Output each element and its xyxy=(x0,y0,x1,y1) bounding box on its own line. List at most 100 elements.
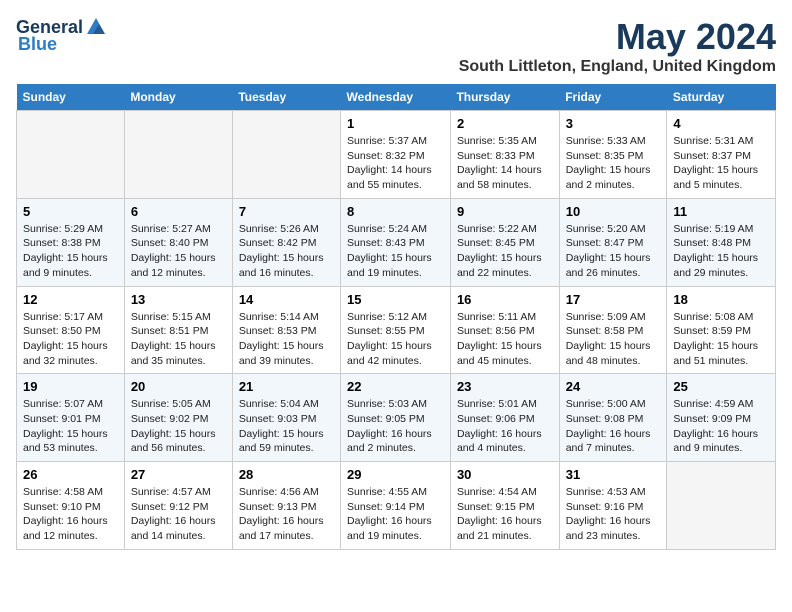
calendar-cell: 19Sunrise: 5:07 AM Sunset: 9:01 PM Dayli… xyxy=(17,374,125,462)
calendar-cell: 15 Sunrise: 5:12 AM Sunset: 8:55 PM Dayli… xyxy=(341,286,451,374)
calendar-cell: 10Sunrise: 5:20 AM Sunset: 8:47 PM Dayli… xyxy=(559,198,667,286)
day-info: Sunrise: 5:01 AM Sunset: 9:06 PM Dayligh… xyxy=(457,398,542,454)
calendar-cell: 22 Sunrise: 5:03 AM Sunset: 9:05 PM Dayli… xyxy=(341,374,451,462)
week-row-1: 1Sunrise: 5:37 AM Sunset: 8:32 PM Daylig… xyxy=(17,111,776,199)
day-number: 5 xyxy=(23,204,118,219)
day-number: 3 xyxy=(566,116,661,131)
day-number: 25 xyxy=(673,379,769,394)
calendar-cell: 1Sunrise: 5:37 AM Sunset: 8:32 PM Daylig… xyxy=(341,111,451,199)
day-number: 7 xyxy=(239,204,334,219)
weekday-header-friday: Friday xyxy=(559,84,667,111)
weekday-header-sunday: Sunday xyxy=(17,84,125,111)
day-number: 14 xyxy=(239,292,334,307)
week-row-5: 26 Sunrise: 4:58 AM Sunset: 9:10 PM Dayli… xyxy=(17,462,776,550)
logo: General Blue xyxy=(16,16,109,55)
calendar-cell: 5 Sunrise: 5:29 AM Sunset: 8:38 PM Daylig… xyxy=(17,198,125,286)
day-info: Sunrise: 5:11 AM Sunset: 8:56 PM Dayligh… xyxy=(457,311,542,367)
calendar-cell: 16 Sunrise: 5:11 AM Sunset: 8:56 PM Dayli… xyxy=(450,286,559,374)
logo-icon xyxy=(85,16,107,38)
calendar-table: SundayMondayTuesdayWednesdayThursdayFrid… xyxy=(16,84,776,550)
day-number: 21 xyxy=(239,379,334,394)
day-info: Sunrise: 5:33 AM Sunset: 8:35 PM Dayligh… xyxy=(566,135,651,191)
day-number: 20 xyxy=(131,379,226,394)
day-info: Sunrise: 5:35 AM Sunset: 8:33 PM Dayligh… xyxy=(457,135,542,191)
day-info: Sunrise: 5:12 AM Sunset: 8:55 PM Dayligh… xyxy=(347,311,432,367)
calendar-cell xyxy=(232,111,340,199)
calendar-cell: 31 Sunrise: 4:53 AM Sunset: 9:16 PM Dayli… xyxy=(559,462,667,550)
day-number: 24 xyxy=(566,379,661,394)
calendar-cell: 17Sunrise: 5:09 AM Sunset: 8:58 PM Dayli… xyxy=(559,286,667,374)
day-info: Sunrise: 5:15 AM Sunset: 8:51 PM Dayligh… xyxy=(131,311,216,367)
day-info: Sunrise: 5:05 AM Sunset: 9:02 PM Dayligh… xyxy=(131,398,216,454)
day-info: Sunrise: 5:19 AM Sunset: 8:48 PM Dayligh… xyxy=(673,223,758,279)
day-info: Sunrise: 4:53 AM Sunset: 9:16 PM Dayligh… xyxy=(566,486,651,542)
day-info: Sunrise: 5:03 AM Sunset: 9:05 PM Dayligh… xyxy=(347,398,432,454)
day-info: Sunrise: 5:04 AM Sunset: 9:03 PM Dayligh… xyxy=(239,398,324,454)
calendar-cell: 9 Sunrise: 5:22 AM Sunset: 8:45 PM Daylig… xyxy=(450,198,559,286)
day-info: Sunrise: 5:20 AM Sunset: 8:47 PM Dayligh… xyxy=(566,223,651,279)
day-info: Sunrise: 5:08 AM Sunset: 8:59 PM Dayligh… xyxy=(673,311,758,367)
calendar-cell: 3 Sunrise: 5:33 AM Sunset: 8:35 PM Daylig… xyxy=(559,111,667,199)
day-info: Sunrise: 5:07 AM Sunset: 9:01 PM Dayligh… xyxy=(23,398,108,454)
day-info: Sunrise: 5:14 AM Sunset: 8:53 PM Dayligh… xyxy=(239,311,324,367)
calendar-cell: 21 Sunrise: 5:04 AM Sunset: 9:03 PM Dayli… xyxy=(232,374,340,462)
day-number: 17 xyxy=(566,292,661,307)
day-info: Sunrise: 4:58 AM Sunset: 9:10 PM Dayligh… xyxy=(23,486,108,542)
day-info: Sunrise: 5:37 AM Sunset: 8:32 PM Dayligh… xyxy=(347,135,432,191)
location-title: South Littleton, England, United Kingdom xyxy=(459,58,776,76)
weekday-header-saturday: Saturday xyxy=(667,84,776,111)
calendar-cell: 4 Sunrise: 5:31 AM Sunset: 8:37 PM Daylig… xyxy=(667,111,776,199)
day-number: 18 xyxy=(673,292,769,307)
day-number: 22 xyxy=(347,379,444,394)
calendar-cell: 18 Sunrise: 5:08 AM Sunset: 8:59 PM Dayli… xyxy=(667,286,776,374)
weekday-header-thursday: Thursday xyxy=(450,84,559,111)
calendar-cell xyxy=(124,111,232,199)
calendar-cell: 30 Sunrise: 4:54 AM Sunset: 9:15 PM Dayli… xyxy=(450,462,559,550)
day-number: 11 xyxy=(673,204,769,219)
calendar-cell xyxy=(17,111,125,199)
calendar-cell: 24 Sunrise: 5:00 AM Sunset: 9:08 PM Dayli… xyxy=(559,374,667,462)
day-info: Sunrise: 5:29 AM Sunset: 8:38 PM Dayligh… xyxy=(23,223,108,279)
calendar-cell: 12Sunrise: 5:17 AM Sunset: 8:50 PM Dayli… xyxy=(17,286,125,374)
day-info: Sunrise: 4:55 AM Sunset: 9:14 PM Dayligh… xyxy=(347,486,432,542)
day-info: Sunrise: 4:56 AM Sunset: 9:13 PM Dayligh… xyxy=(239,486,324,542)
month-year-title: May 2024 xyxy=(459,16,776,58)
week-row-4: 19Sunrise: 5:07 AM Sunset: 9:01 PM Dayli… xyxy=(17,374,776,462)
day-number: 12 xyxy=(23,292,118,307)
week-row-2: 5 Sunrise: 5:29 AM Sunset: 8:38 PM Daylig… xyxy=(17,198,776,286)
day-number: 23 xyxy=(457,379,553,394)
day-info: Sunrise: 4:59 AM Sunset: 9:09 PM Dayligh… xyxy=(673,398,758,454)
day-info: Sunrise: 5:27 AM Sunset: 8:40 PM Dayligh… xyxy=(131,223,216,279)
calendar-cell: 25 Sunrise: 4:59 AM Sunset: 9:09 PM Dayli… xyxy=(667,374,776,462)
weekday-header-row: SundayMondayTuesdayWednesdayThursdayFrid… xyxy=(17,84,776,111)
day-info: Sunrise: 4:54 AM Sunset: 9:15 PM Dayligh… xyxy=(457,486,542,542)
day-number: 6 xyxy=(131,204,226,219)
calendar-cell xyxy=(667,462,776,550)
calendar-cell: 6 Sunrise: 5:27 AM Sunset: 8:40 PM Daylig… xyxy=(124,198,232,286)
title-section: May 2024 South Littleton, England, Unite… xyxy=(459,16,776,76)
day-number: 15 xyxy=(347,292,444,307)
weekday-header-tuesday: Tuesday xyxy=(232,84,340,111)
day-number: 26 xyxy=(23,467,118,482)
calendar-cell: 13 Sunrise: 5:15 AM Sunset: 8:51 PM Dayli… xyxy=(124,286,232,374)
day-info: Sunrise: 5:31 AM Sunset: 8:37 PM Dayligh… xyxy=(673,135,758,191)
day-number: 28 xyxy=(239,467,334,482)
calendar-cell: 28 Sunrise: 4:56 AM Sunset: 9:13 PM Dayli… xyxy=(232,462,340,550)
day-info: Sunrise: 5:00 AM Sunset: 9:08 PM Dayligh… xyxy=(566,398,651,454)
day-number: 9 xyxy=(457,204,553,219)
day-number: 30 xyxy=(457,467,553,482)
day-number: 4 xyxy=(673,116,769,131)
day-info: Sunrise: 5:22 AM Sunset: 8:45 PM Dayligh… xyxy=(457,223,542,279)
weekday-header-wednesday: Wednesday xyxy=(341,84,451,111)
day-info: Sunrise: 5:26 AM Sunset: 8:42 PM Dayligh… xyxy=(239,223,324,279)
day-number: 31 xyxy=(566,467,661,482)
day-number: 13 xyxy=(131,292,226,307)
calendar-cell: 23 Sunrise: 5:01 AM Sunset: 9:06 PM Dayli… xyxy=(450,374,559,462)
week-row-3: 12Sunrise: 5:17 AM Sunset: 8:50 PM Dayli… xyxy=(17,286,776,374)
calendar-cell: 26 Sunrise: 4:58 AM Sunset: 9:10 PM Dayli… xyxy=(17,462,125,550)
day-number: 2 xyxy=(457,116,553,131)
day-number: 16 xyxy=(457,292,553,307)
weekday-header-monday: Monday xyxy=(124,84,232,111)
day-number: 29 xyxy=(347,467,444,482)
page-header: General Blue May 2024 South Littleton, E… xyxy=(16,16,776,76)
